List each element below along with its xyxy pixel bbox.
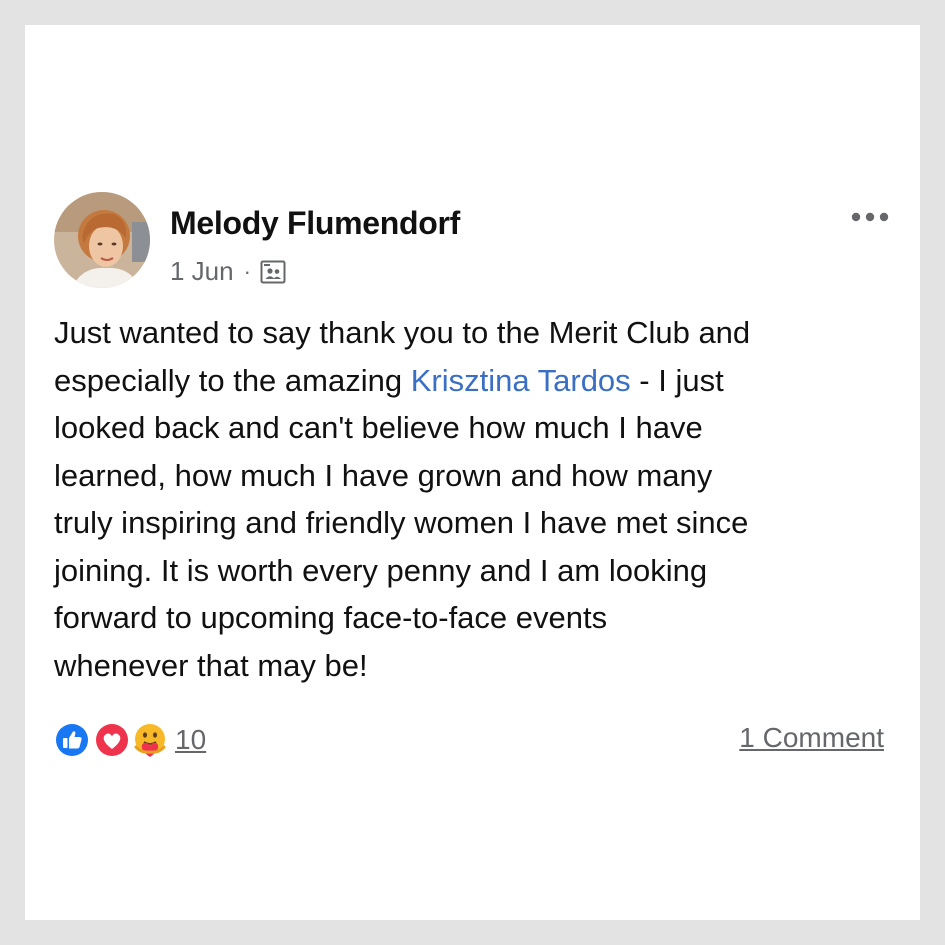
more-options-icon[interactable]	[850, 205, 890, 229]
love-reaction-icon	[93, 721, 131, 759]
post-text-line: joining. It is worth every penny and I a…	[54, 552, 708, 588]
post-text-line: whenever that may be!	[54, 647, 368, 683]
post-card: Melody Flumendorf 1 Jun · Just wanted to…	[25, 25, 920, 920]
post-text-line: forward to upcoming face-to-face events	[54, 600, 608, 635]
care-reaction-icon	[131, 721, 169, 759]
meta-separator: ·	[243, 258, 251, 284]
post-date[interactable]: 1 Jun	[170, 256, 234, 287]
post-text: Just wanted to say thank you to the Meri…	[54, 309, 894, 689]
like-reaction-icon	[53, 721, 91, 759]
avatar[interactable]	[54, 192, 150, 288]
comments-link[interactable]: 1 Comment	[739, 722, 884, 754]
post-text-line: especially to the amazing Krisztina Tard…	[54, 357, 894, 405]
post-text-line: Just wanted to say thank you to the Meri…	[54, 315, 751, 350]
post-text-line: looked back and can't believe how much I…	[54, 410, 703, 445]
reaction-count[interactable]: 10	[175, 724, 206, 756]
post-text-segment: especially to the amazing	[54, 362, 411, 398]
post-text-line: truly inspiring and friendly women I hav…	[54, 505, 749, 540]
post-text-line: learned, how much I have grown and how m…	[54, 457, 713, 493]
reaction-icons[interactable]	[53, 721, 171, 759]
mention-link[interactable]: Krisztina Tardos	[411, 363, 631, 398]
group-audience-icon	[260, 260, 286, 284]
post-meta: 1 Jun ·	[170, 256, 286, 287]
post-text-segment: - I just	[630, 362, 724, 398]
reactions-summary[interactable]: 10	[53, 720, 206, 760]
author-name[interactable]: Melody Flumendorf	[170, 205, 460, 242]
